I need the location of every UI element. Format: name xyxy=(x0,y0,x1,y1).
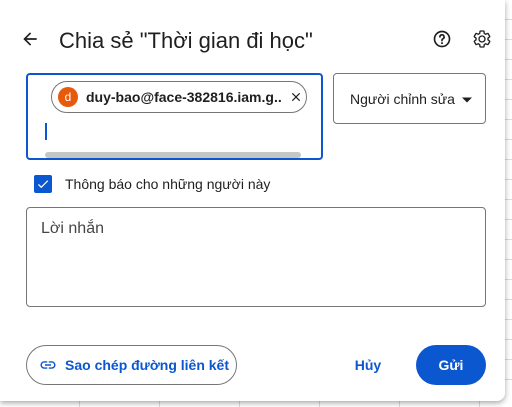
notify-checkbox[interactable] xyxy=(34,175,52,193)
avatar: d xyxy=(58,87,78,107)
back-button[interactable] xyxy=(16,25,44,53)
help-circle-icon xyxy=(433,30,451,48)
horizontal-scrollbar[interactable] xyxy=(45,152,301,158)
text-caret xyxy=(45,123,47,140)
copy-link-button[interactable]: Sao chép đường liên kết xyxy=(26,345,237,385)
copy-link-label: Sao chép đường liên kết xyxy=(65,357,230,373)
role-dropdown[interactable]: Người chỉnh sửa xyxy=(333,73,486,124)
help-button[interactable] xyxy=(430,27,454,51)
remove-recipient-button[interactable] xyxy=(288,89,304,105)
link-icon xyxy=(40,361,56,369)
message-textarea[interactable]: Lời nhắn xyxy=(26,207,486,307)
send-label: Gửi xyxy=(438,357,464,373)
dialog-title: Chia sẻ "Thời gian đi học" xyxy=(59,28,313,53)
close-icon xyxy=(291,92,301,102)
notify-people-row: Thông báo cho những người này xyxy=(34,175,270,193)
message-placeholder: Lời nhắn xyxy=(41,220,104,237)
arrow-back-icon xyxy=(23,32,37,46)
cancel-button[interactable]: Hủy xyxy=(340,345,396,385)
settings-button[interactable] xyxy=(470,27,494,51)
role-selected-value: Người chỉnh sửa xyxy=(350,90,455,107)
share-dialog: Chia sẻ "Thời gian đi học" d duy-bao@fac… xyxy=(0,0,505,401)
recipient-chip[interactable]: d duy-bao@face-382816.iam.g... xyxy=(51,81,307,113)
notify-label: Thông báo cho những người này xyxy=(65,176,271,192)
gear-icon xyxy=(473,30,491,48)
recipients-input[interactable]: d duy-bao@face-382816.iam.g... xyxy=(26,73,323,160)
recipient-email: duy-bao@face-382816.iam.g... xyxy=(86,89,282,105)
cancel-label: Hủy xyxy=(354,357,382,373)
dropdown-arrow-icon xyxy=(462,97,472,103)
checkmark-icon xyxy=(37,180,49,189)
send-button[interactable]: Gửi xyxy=(416,345,486,385)
